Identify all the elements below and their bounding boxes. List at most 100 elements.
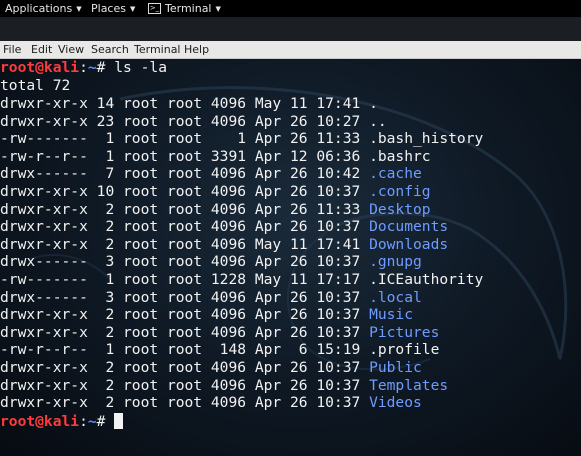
entry-time: 10:37 (316, 218, 370, 236)
entry-perms: -rw-r--r-- (0, 341, 97, 359)
entry-links: 2 (96, 323, 124, 341)
entry-group: root (166, 130, 211, 148)
entry-name: .cache (369, 165, 422, 183)
menu-help[interactable]: Help (184, 42, 209, 57)
terminal-app-menu[interactable]: >_ Terminal ▼ (148, 1, 221, 16)
entry-day: 26 (289, 112, 317, 130)
entry-owner: root (123, 165, 167, 183)
entry-size: 1228 (210, 271, 255, 288)
entry-links: 3 (96, 253, 124, 271)
entry-perms: -rw------- (0, 271, 97, 288)
entry-name: Desktop (369, 200, 431, 218)
terminal-output[interactable]: root@kali:~# ls -la total 72 drwxr-xr-x … (0, 59, 581, 456)
prompt-separator: : (79, 413, 88, 430)
entry-group: root (166, 394, 211, 412)
entry-links: 1 (96, 271, 124, 288)
chevron-down-icon: ▼ (129, 5, 136, 13)
entry-size: 4096 (210, 306, 255, 324)
entry-month: Apr (254, 288, 290, 306)
entry-size: 148 (210, 341, 255, 359)
menu-terminal[interactable]: Terminal (134, 42, 181, 57)
entry-month: Apr (254, 200, 290, 218)
entry-owner: root (123, 218, 167, 236)
menu-file[interactable]: File (3, 42, 21, 57)
entry-name: Pictures (369, 323, 440, 341)
entry-size: 4096 (210, 235, 255, 253)
menu-search[interactable]: Search (91, 42, 129, 57)
listing-row: drwx------ 3 root root 4096 Apr 26 10:37… (0, 289, 422, 307)
entry-month: May (254, 235, 290, 253)
entry-month: May (254, 271, 290, 288)
listing-row: -rw-r--r-- 1 root root 148 Apr 6 15:19 .… (0, 341, 439, 359)
listing-row: -rw-r--r-- 1 root root 3391 Apr 12 06:36… (0, 148, 431, 166)
menu-view[interactable]: View (58, 42, 84, 57)
entry-links: 10 (96, 183, 124, 200)
entry-owner: root (123, 95, 167, 112)
entry-links: 2 (96, 218, 124, 236)
entry-day: 26 (289, 130, 317, 148)
entry-owner: root (123, 359, 167, 376)
entry-time: 17:41 (316, 235, 370, 253)
entry-owner: root (123, 288, 167, 306)
listing-row: drwxr-xr-x 2 root root 4096 Apr 26 10:37… (0, 218, 448, 236)
entry-owner: root (123, 394, 167, 412)
entry-group: root (166, 253, 211, 271)
entry-name: .. (369, 112, 387, 130)
entry-time: 06:36 (316, 147, 370, 165)
entry-perms: drwx------ (0, 288, 97, 306)
entry-month: Apr (254, 306, 290, 324)
entry-links: 2 (96, 394, 124, 412)
entry-group: root (166, 359, 211, 376)
entry-day: 26 (289, 165, 317, 183)
applications-menu[interactable]: Applications ▼ (5, 1, 82, 16)
entry-day: 26 (289, 306, 317, 324)
entry-size: 3391 (210, 147, 255, 165)
listing-row: drwxr-xr-x 2 root root 4096 Apr 26 10:37… (0, 394, 422, 412)
window-titlebar-area (0, 17, 581, 41)
entry-group: root (166, 218, 211, 236)
listing-row: -rw------- 1 root root 1228 May 11 17:17… (0, 271, 483, 289)
entry-owner: root (123, 376, 167, 394)
prompt-path: ~ (87, 59, 97, 76)
entry-links: 2 (96, 306, 124, 324)
entry-links: 1 (96, 147, 124, 165)
entry-links: 2 (96, 359, 124, 376)
entry-name: .bash_history (369, 130, 484, 148)
terminal-menubar: File Edit View Search Terminal Help (0, 41, 581, 59)
entry-size: 4096 (210, 253, 255, 271)
entry-group: root (166, 165, 211, 183)
entry-month: Apr (254, 323, 290, 341)
prompt-separator: : (79, 59, 88, 76)
entry-time: 10:42 (316, 165, 370, 183)
places-menu[interactable]: Places ▼ (91, 1, 135, 16)
listing-row: drwxr-xr-x 2 root root 4096 Apr 26 10:37… (0, 377, 448, 395)
entry-name: Music (369, 306, 413, 324)
entry-size: 4096 (210, 112, 255, 130)
text-cursor (114, 413, 124, 429)
entry-size: 4096 (210, 183, 255, 200)
entry-name: .ICEauthority (369, 271, 484, 288)
entry-perms: drwxr-xr-x (0, 235, 97, 253)
entry-size: 4096 (210, 218, 255, 236)
entry-month: Apr (254, 112, 290, 130)
listing-row: drwx------ 3 root root 4096 Apr 26 10:37… (0, 253, 422, 271)
entry-perms: drwxr-xr-x (0, 183, 97, 200)
entry-links: 2 (96, 376, 124, 394)
entry-month: Apr (254, 253, 290, 271)
entry-day: 26 (289, 359, 317, 376)
entry-links: 2 (96, 200, 124, 218)
prompt-path: ~ (87, 413, 97, 430)
menu-edit[interactable]: Edit (31, 42, 52, 57)
entry-group: root (166, 376, 211, 394)
listing-row: drwxr-xr-x 23 root root 4096 Apr 26 10:2… (0, 113, 387, 131)
listing-row: drwxr-xr-x 10 root root 4096 Apr 26 10:3… (0, 183, 431, 201)
entry-perms: drwxr-xr-x (0, 376, 97, 394)
entry-group: root (166, 341, 211, 359)
entry-size: 4096 (210, 359, 255, 376)
entry-day: 26 (289, 376, 317, 394)
entry-size: 4096 (210, 200, 255, 218)
entry-month: Apr (254, 218, 290, 236)
prompt-line: root@kali:~# ls -la (0, 59, 167, 77)
entry-size: 4096 (210, 95, 255, 112)
places-label: Places (91, 2, 126, 15)
